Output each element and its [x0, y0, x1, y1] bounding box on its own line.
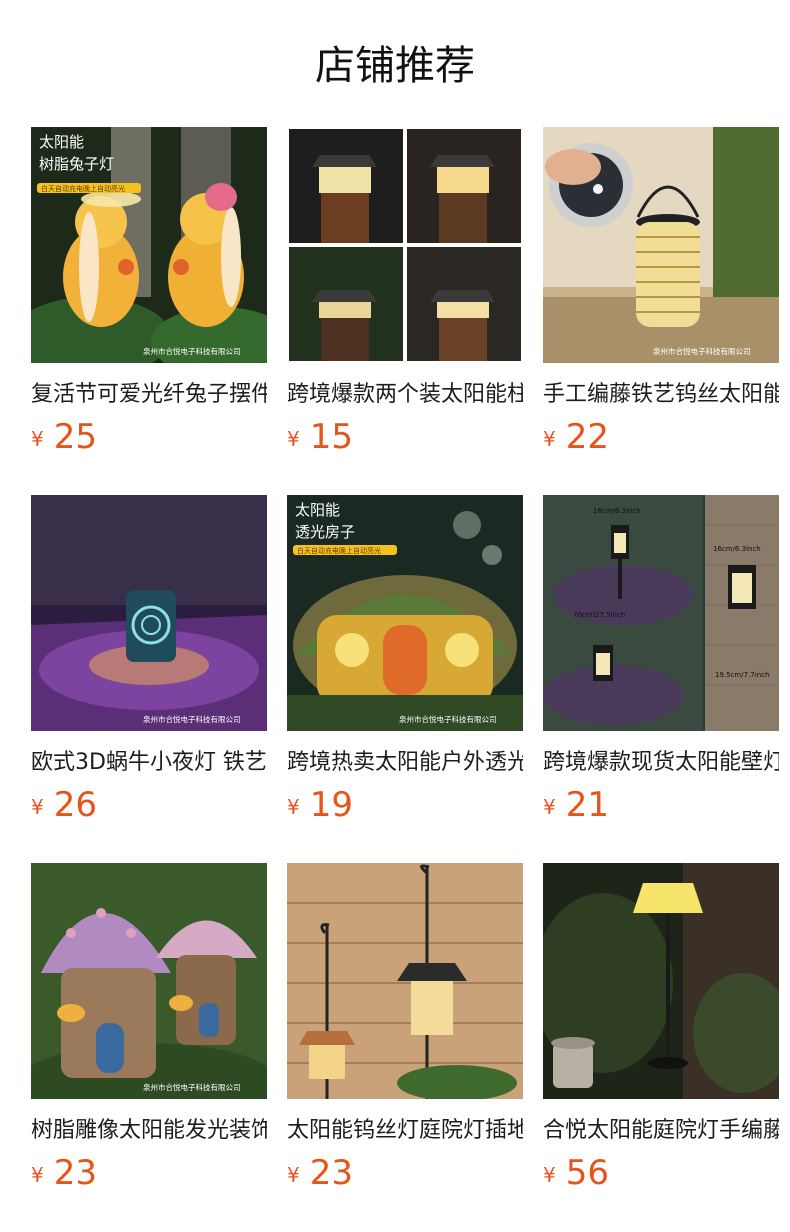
- product-card[interactable]: 泉州市合悦电子科技有限公司 手工编藤铁艺钨丝太阳能灯 ¥22: [543, 127, 779, 467]
- product-price: ¥25: [31, 417, 97, 457]
- product-image-wall-lantern[interactable]: 16cm/6.3inch 16cm/6.3inch 70cm/27.5inch …: [543, 495, 779, 731]
- dimension-label: 16cm/6.3inch: [713, 545, 761, 553]
- product-image-snail-lamp[interactable]: 泉州市合悦电子科技有限公司: [31, 495, 267, 731]
- price-value: 26: [53, 785, 97, 825]
- product-card[interactable]: 太阳能 树脂兔子灯 白天自动充电晚上自动亮光 泉州市合悦电子科技有限公司 复活节…: [31, 127, 267, 467]
- product-image-floor-lamp[interactable]: [543, 863, 779, 1099]
- watermark-text: 泉州市合悦电子科技有限公司: [143, 346, 241, 356]
- price-value: 21: [565, 785, 609, 825]
- image-label-line1: 太阳能: [39, 133, 84, 151]
- product-image-rattan-lantern[interactable]: 泉州市合悦电子科技有限公司: [543, 127, 779, 363]
- product-card[interactable]: 泉州市合悦电子科技有限公司 欧式3D蜗牛小夜灯 铁艺 ¥26: [31, 495, 267, 835]
- product-name[interactable]: 太阳能钨丝灯庭院灯插地: [287, 1116, 523, 1148]
- image-label-line1: 太阳能: [295, 501, 340, 519]
- image-sub-label: 白天自动充电晚上自动亮光: [297, 546, 381, 555]
- watermark-text: 泉州市合悦电子科技有限公司: [653, 346, 751, 356]
- currency-symbol: ¥: [287, 1163, 300, 1187]
- dimension-label: 19.5cm/7.7inch: [715, 671, 769, 679]
- store-recommend-page: 店铺推荐 太阳能 树脂兔子灯 白天自动充电晚上自动亮光 泉州市合悦电子科技有限公…: [0, 0, 790, 1232]
- price-value: 23: [53, 1153, 97, 1193]
- product-image-bunny-lamp[interactable]: 太阳能 树脂兔子灯 白天自动充电晚上自动亮光 泉州市合悦电子科技有限公司: [31, 127, 267, 363]
- watermark-text: 泉州市合悦电子科技有限公司: [399, 714, 497, 724]
- currency-symbol: ¥: [31, 1163, 44, 1187]
- product-image-hanging-lanterns[interactable]: [287, 863, 523, 1099]
- product-image-post-lamps[interactable]: [287, 127, 523, 363]
- product-image-mushroom-house[interactable]: 泉州市合悦电子科技有限公司: [31, 863, 267, 1099]
- price-value: 22: [565, 417, 609, 457]
- product-price: ¥15: [287, 417, 353, 457]
- currency-symbol: ¥: [543, 795, 556, 819]
- product-name[interactable]: 手工编藤铁艺钨丝太阳能灯: [543, 380, 779, 412]
- price-value: 56: [565, 1153, 609, 1193]
- dimension-label: 16cm/6.3inch: [593, 507, 641, 515]
- product-name[interactable]: 跨境爆款两个装太阳能柱头灯: [287, 380, 523, 412]
- dimension-label: 70cm/27.5inch: [573, 611, 625, 619]
- product-card[interactable]: 跨境爆款两个装太阳能柱头灯 ¥15: [287, 127, 523, 467]
- product-price: ¥21: [543, 785, 609, 825]
- product-name[interactable]: 跨境爆款现货太阳能壁灯: [543, 748, 779, 780]
- product-card[interactable]: 合悦太阳能庭院灯手编藤 ¥56: [543, 863, 779, 1203]
- product-name[interactable]: 树脂雕像太阳能发光装饰: [31, 1116, 267, 1148]
- product-price: ¥26: [31, 785, 97, 825]
- watermark-text: 泉州市合悦电子科技有限公司: [143, 714, 241, 724]
- image-label-line2: 树脂兔子灯: [39, 155, 114, 173]
- product-card[interactable]: 太阳能 透光房子 白天自动充电晚上自动亮光 泉州市合悦电子科技有限公司 跨境热卖…: [287, 495, 523, 835]
- price-value: 25: [53, 417, 97, 457]
- currency-symbol: ¥: [543, 1163, 556, 1187]
- product-card[interactable]: 16cm/6.3inch 16cm/6.3inch 70cm/27.5inch …: [543, 495, 779, 835]
- product-card[interactable]: 泉州市合悦电子科技有限公司 树脂雕像太阳能发光装饰 ¥23: [31, 863, 267, 1203]
- price-value: 15: [309, 417, 353, 457]
- price-value: 23: [309, 1153, 353, 1193]
- product-name[interactable]: 跨境热卖太阳能户外透光房子: [287, 748, 523, 780]
- product-card[interactable]: 太阳能钨丝灯庭院灯插地 ¥23: [287, 863, 523, 1203]
- watermark-text: 泉州市合悦电子科技有限公司: [143, 1082, 241, 1092]
- currency-symbol: ¥: [287, 795, 300, 819]
- product-name[interactable]: 合悦太阳能庭院灯手编藤: [543, 1116, 779, 1148]
- product-price: ¥56: [543, 1153, 609, 1193]
- price-value: 19: [309, 785, 353, 825]
- product-price: ¥22: [543, 417, 609, 457]
- currency-symbol: ¥: [31, 427, 44, 451]
- currency-symbol: ¥: [543, 427, 556, 451]
- section-title: 店铺推荐: [315, 43, 475, 89]
- image-sub-label: 白天自动充电晚上自动亮光: [41, 184, 125, 193]
- product-image-light-house[interactable]: 太阳能 透光房子 白天自动充电晚上自动亮光 泉州市合悦电子科技有限公司: [287, 495, 523, 731]
- currency-symbol: ¥: [287, 427, 300, 451]
- product-name[interactable]: 欧式3D蜗牛小夜灯 铁艺: [31, 748, 267, 780]
- product-price: ¥23: [31, 1153, 97, 1193]
- image-label-line2: 透光房子: [295, 523, 355, 541]
- product-price: ¥23: [287, 1153, 353, 1193]
- product-name[interactable]: 复活节可爱光纤兔子摆件: [31, 380, 267, 412]
- product-price: ¥19: [287, 785, 353, 825]
- currency-symbol: ¥: [31, 795, 44, 819]
